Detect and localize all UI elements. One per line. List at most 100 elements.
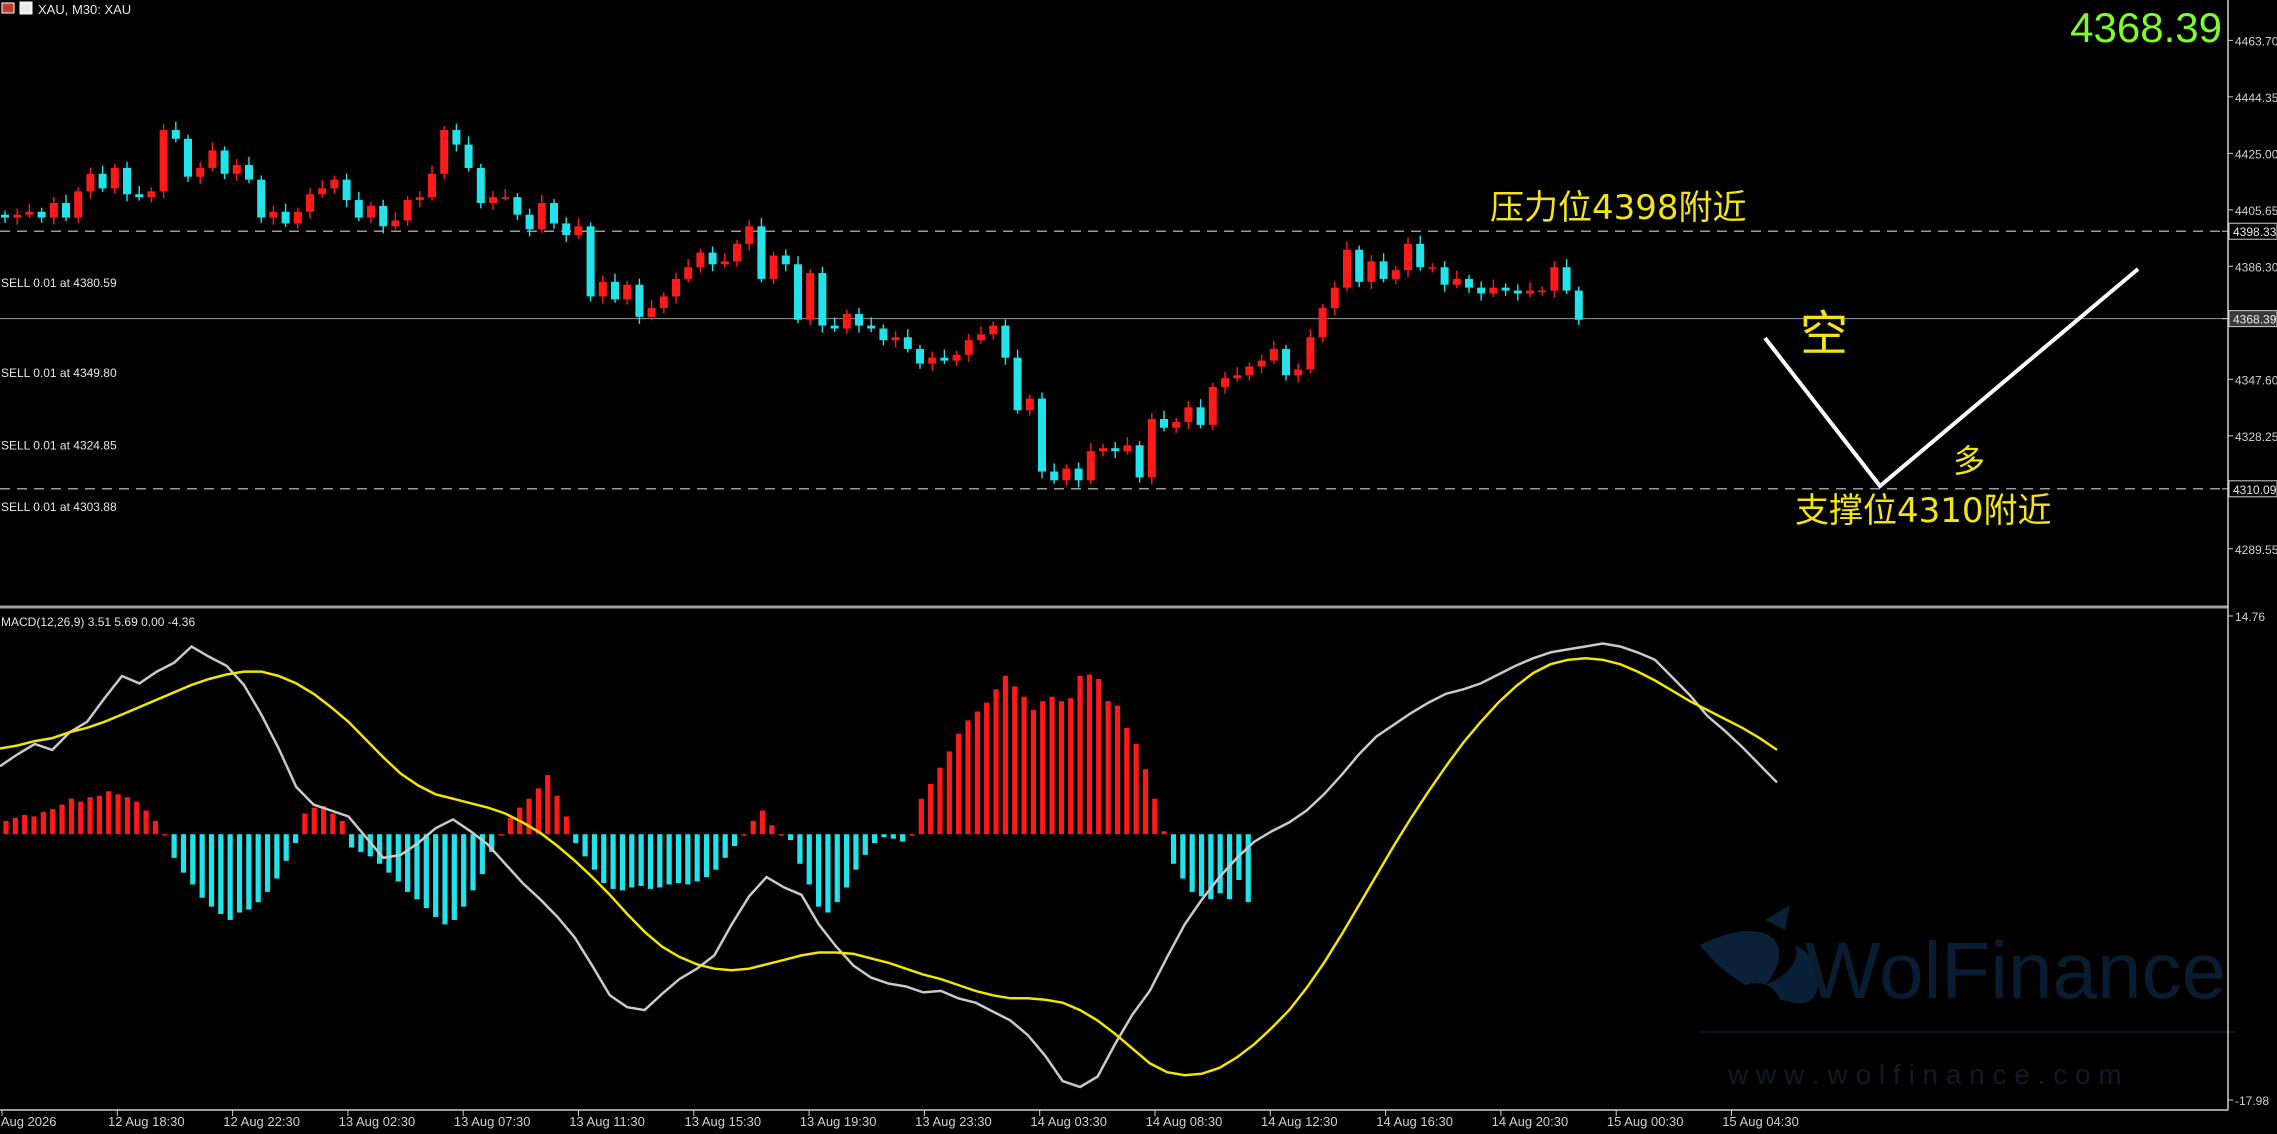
candle-body	[1489, 287, 1498, 294]
candle-body	[635, 284, 644, 317]
macd-histogram-bar	[787, 834, 794, 841]
macd-histogram-bar	[1124, 727, 1130, 835]
candle-body	[1416, 243, 1425, 268]
candle-body	[830, 325, 839, 329]
macd-histogram-bar	[844, 834, 850, 888]
macd-histogram-bar	[1058, 701, 1065, 835]
macd-histogram-bar	[554, 795, 560, 835]
macd-histogram-bar	[619, 834, 626, 891]
candle-body	[916, 348, 924, 364]
macd-histogram-bar	[180, 834, 187, 873]
macd-histogram-bar	[143, 810, 149, 835]
x-tick-label: 13 Aug 23:30	[915, 1114, 992, 1129]
candle-body	[1172, 421, 1181, 428]
macd-histogram-bar	[1180, 834, 1186, 879]
candle-body	[1428, 267, 1437, 269]
macd-histogram-bar	[1189, 834, 1195, 892]
macd-histogram-bar	[87, 797, 93, 835]
macd-histogram-bar	[152, 820, 159, 835]
candle-body	[672, 278, 680, 297]
macd-histogram-bar	[1105, 701, 1111, 835]
candle-body	[1501, 287, 1510, 291]
macd-histogram-bar	[1198, 834, 1205, 897]
candle-body	[903, 337, 912, 349]
candle-body	[952, 354, 961, 361]
macd-y-tick-label: -17.98	[2235, 1094, 2269, 1108]
flag-icon	[1, 2, 15, 14]
macd-histogram-bar	[106, 791, 112, 835]
candle-body	[1318, 308, 1327, 338]
macd-histogram-bar	[498, 834, 504, 836]
candle-body	[513, 197, 522, 215]
candle-body	[1013, 357, 1022, 411]
candle-body	[1208, 386, 1217, 425]
macd-histogram-bar	[713, 834, 719, 870]
macd-histogram-bar	[507, 817, 513, 835]
macd-histogram-bar	[909, 834, 915, 836]
candle-body	[794, 264, 802, 320]
macd-histogram-bar	[741, 834, 747, 836]
macd-title: MACD(12,26,9) 3.51 5.69 0.00 -4.36	[1, 615, 195, 629]
candle-body	[1111, 448, 1120, 452]
candle-body	[769, 255, 778, 279]
candle-body	[245, 165, 253, 180]
candle-body	[855, 313, 863, 326]
macd-y-tick-label: 14.76	[2235, 610, 2265, 624]
short-label: 空	[1800, 306, 1848, 362]
trading-chart[interactable]: WolFinance w w w . w o l f i n a n c e .…	[0, 0, 2277, 1134]
order-label: SELL 0.01 at 4380.59	[1, 276, 117, 290]
candle-body	[1099, 448, 1107, 452]
candle-body	[184, 138, 192, 177]
candle-body	[135, 194, 144, 198]
macd-histogram-bar	[890, 834, 896, 839]
candle-body	[1562, 267, 1571, 291]
x-tick-label: 12 Aug 22:30	[223, 1114, 300, 1129]
macd-histogram-bar	[965, 720, 971, 835]
macd-histogram-bar	[526, 798, 532, 835]
candle-body	[74, 191, 83, 218]
y-tick-label: 4328.25	[2235, 430, 2277, 444]
candle-body	[964, 340, 973, 355]
candle-body	[1, 214, 9, 218]
candle-body	[1513, 290, 1522, 294]
macd-histogram-bar	[591, 834, 598, 870]
candle-body	[891, 337, 900, 341]
order-label: SELL 0.01 at 4324.85	[1, 439, 117, 453]
candle-body	[147, 191, 156, 198]
candle-body	[659, 296, 668, 309]
macd-histogram-bar	[50, 809, 56, 835]
macd-histogram-bar	[283, 834, 289, 861]
long-label: 多	[1953, 442, 1985, 480]
candle-body	[489, 197, 497, 203]
candle-body	[745, 226, 754, 244]
candle-body	[440, 130, 449, 174]
candle-body	[428, 173, 436, 198]
macd-histogram-bar	[1217, 834, 1223, 894]
x-tick-label: 12 Aug 18:30	[108, 1114, 185, 1129]
candle-body	[1221, 378, 1229, 387]
macd-histogram-bar	[311, 807, 317, 835]
x-tick-label: 14 Aug 20:30	[1492, 1114, 1569, 1129]
macd-histogram-bar	[433, 834, 439, 917]
x-tick-label: 13 Aug 02:30	[339, 1114, 416, 1129]
macd-histogram-bar	[825, 834, 831, 913]
macd-histogram-bar	[629, 834, 635, 888]
candle-body	[1355, 249, 1364, 282]
macd-histogram-bar	[1068, 698, 1074, 835]
candle-body	[1294, 369, 1303, 376]
candle-body	[196, 167, 205, 177]
macd-histogram-bar	[31, 816, 37, 835]
candle-body	[977, 334, 985, 341]
macd-histogram-bar	[320, 806, 327, 835]
candle-body	[586, 226, 595, 297]
macd-histogram-bar	[386, 834, 392, 873]
macd-histogram-bar	[451, 834, 457, 920]
macd-histogram-bar	[918, 798, 924, 835]
candle-body	[476, 167, 485, 203]
macd-histogram-bar	[236, 834, 243, 913]
y-tick-label: 4289.55	[2235, 543, 2277, 557]
macd-histogram-bar	[946, 751, 952, 835]
x-tick-label: 13 Aug 11:30	[569, 1114, 645, 1129]
macd-histogram-bar	[255, 834, 261, 903]
macd-histogram-bar	[470, 834, 476, 891]
